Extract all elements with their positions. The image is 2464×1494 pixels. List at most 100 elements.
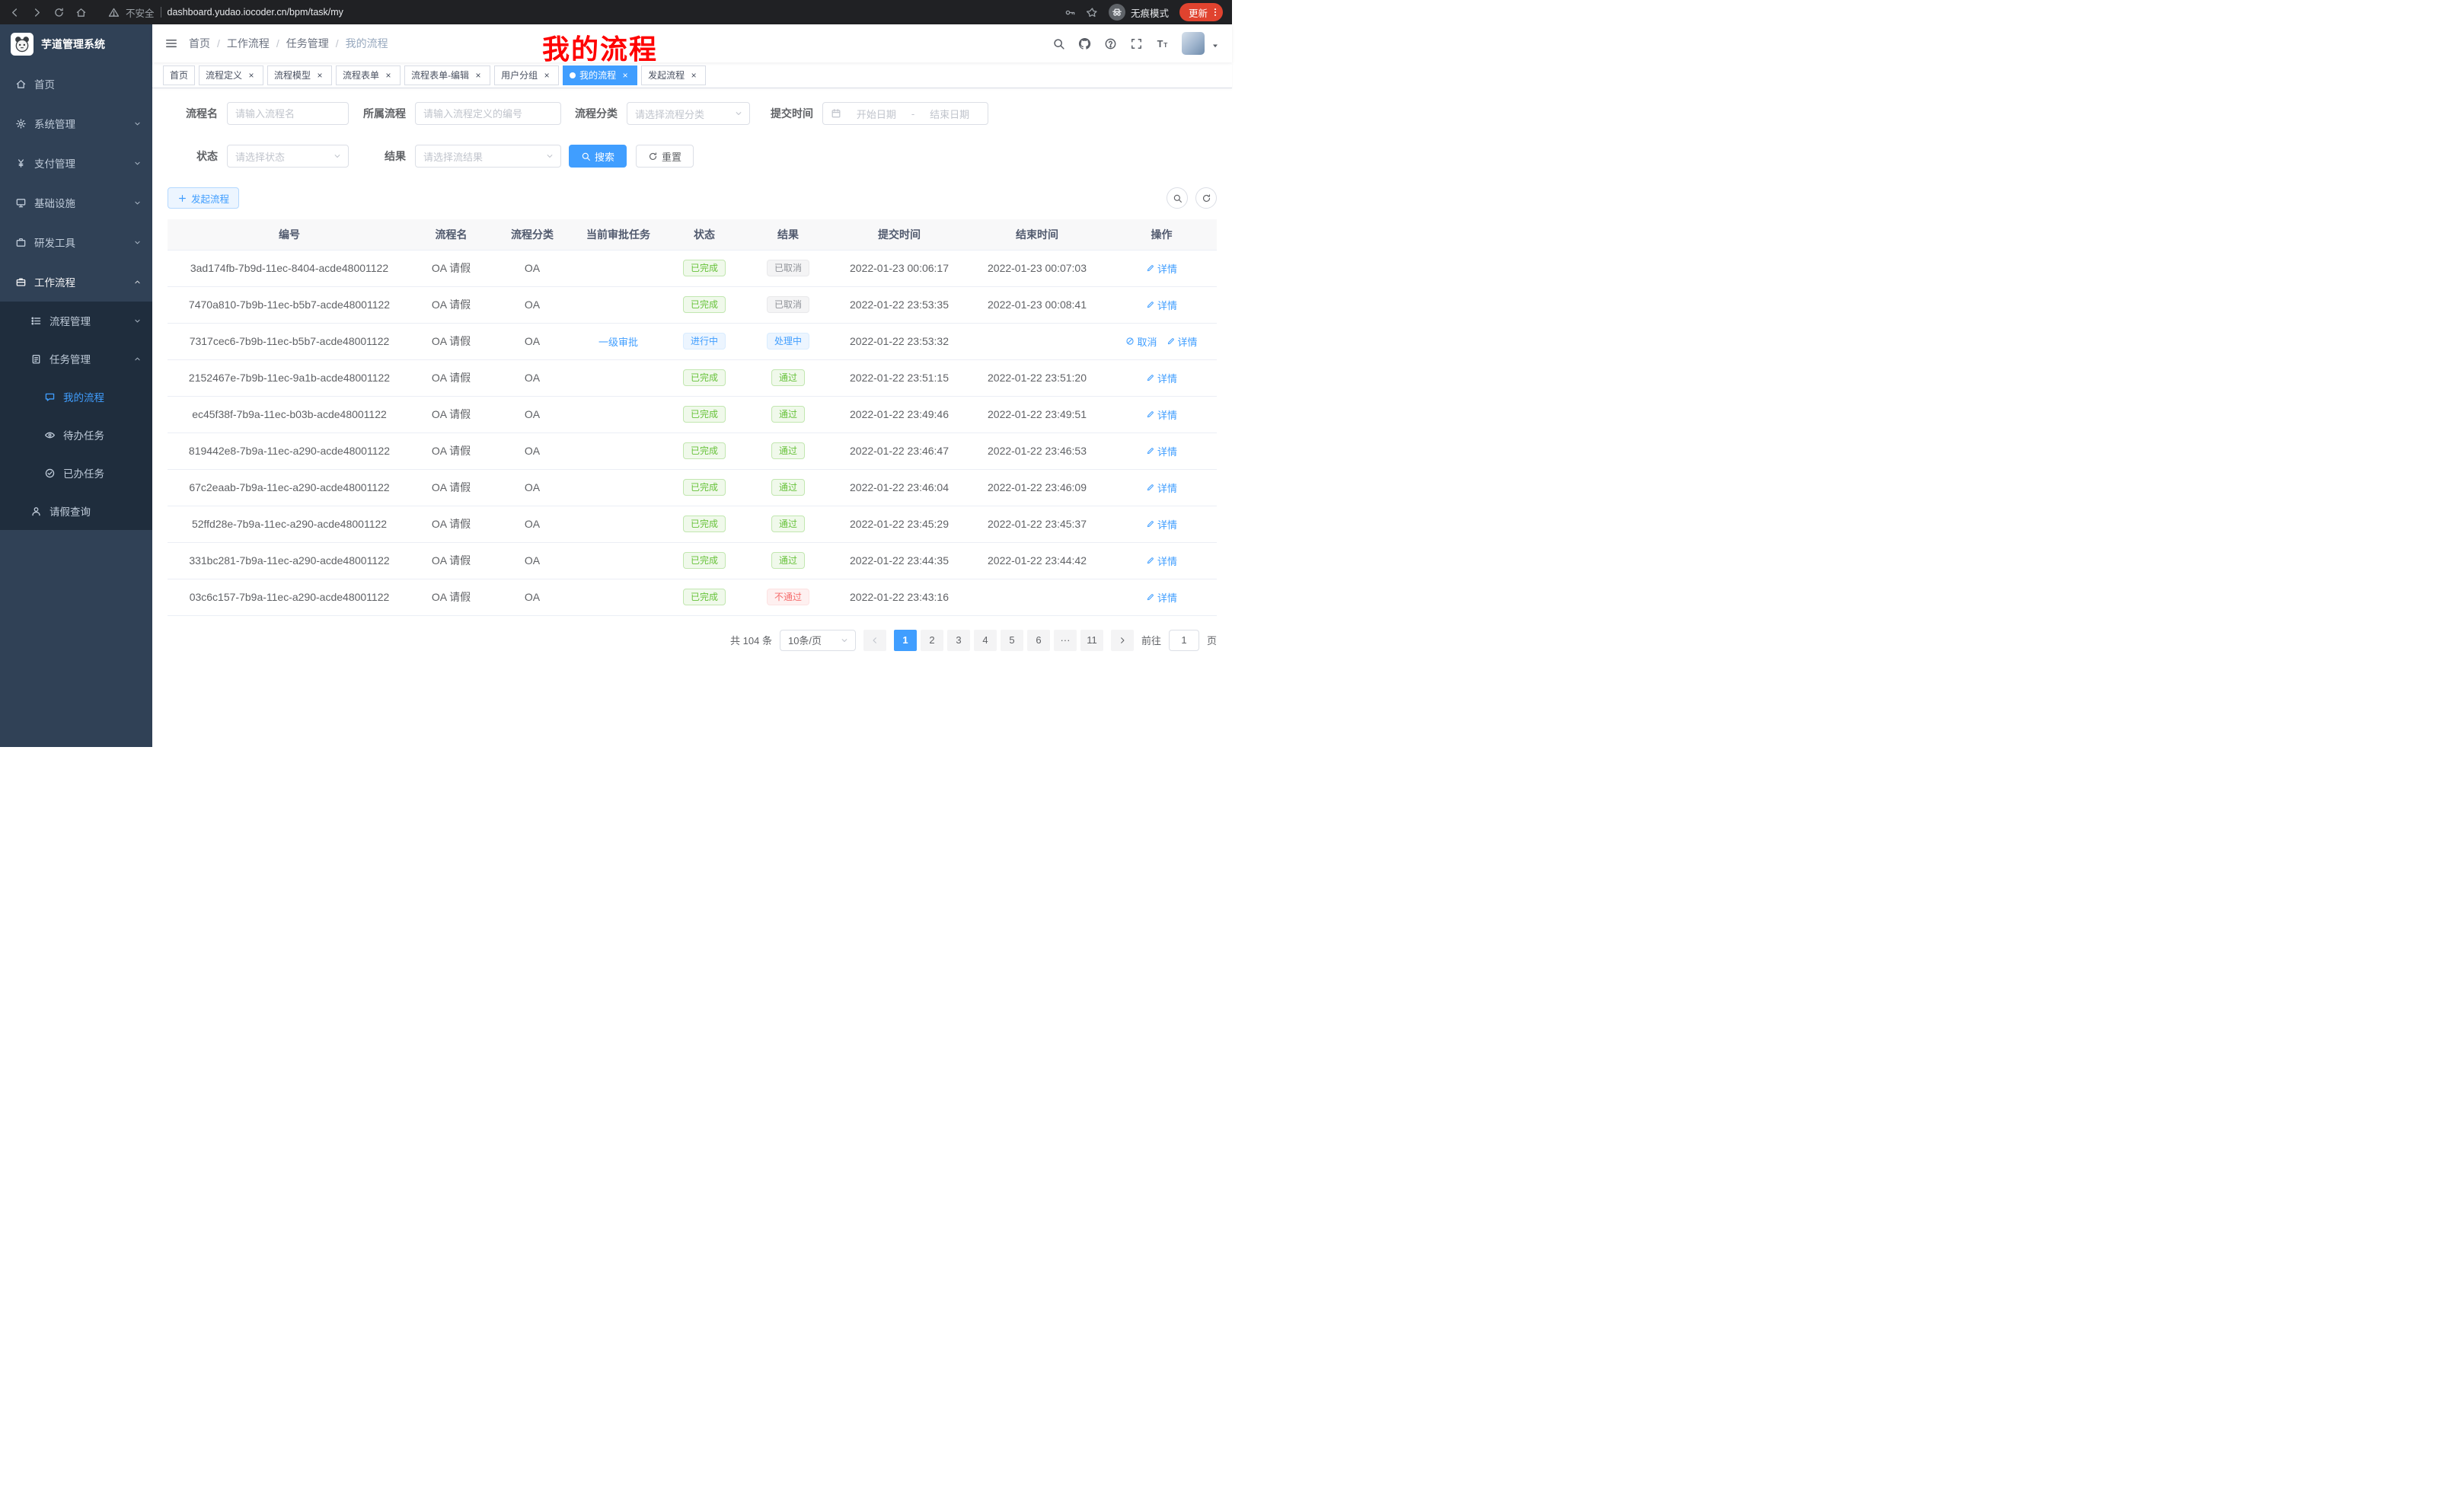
sidebar-item-label: 流程管理 xyxy=(49,313,91,328)
cell-process-name: OA 请假 xyxy=(411,396,491,433)
tab-close-icon[interactable]: × xyxy=(688,70,699,81)
sidebar-item-leave-query[interactable]: 请假查询 xyxy=(0,492,152,530)
breadcrumb-item[interactable]: 工作流程 xyxy=(227,36,270,51)
address-bar[interactable]: 不安全 dashboard.yudao.iocoder.cn/bpm/task/… xyxy=(108,5,343,20)
sidebar-item-task-management[interactable]: 任务管理 xyxy=(0,340,152,378)
create-process-button[interactable]: 发起流程 xyxy=(168,187,239,209)
hamburger-icon[interactable] xyxy=(164,37,178,50)
detail-link[interactable]: 详情 xyxy=(1146,407,1177,422)
tab-close-icon[interactable]: × xyxy=(383,70,394,81)
cell-process-name: OA 请假 xyxy=(411,323,491,359)
detail-link[interactable]: 详情 xyxy=(1167,334,1198,349)
github-icon[interactable] xyxy=(1078,37,1091,50)
bookmark-star-icon[interactable] xyxy=(1087,7,1098,18)
sidebar-item-system-management[interactable]: 系统管理 xyxy=(0,104,152,143)
browser-reload-icon[interactable] xyxy=(53,7,65,18)
page-button-2[interactable]: 2 xyxy=(921,630,943,651)
tab-close-icon[interactable]: × xyxy=(541,70,552,81)
browser-back-icon[interactable] xyxy=(9,7,21,18)
page-button-3[interactable]: 3 xyxy=(947,630,970,651)
category-select[interactable]: 请选择流程分类 xyxy=(627,102,750,125)
cell-actions: 详情 xyxy=(1106,469,1217,506)
update-button[interactable]: 更新 xyxy=(1179,3,1223,21)
url-text[interactable]: dashboard.yudao.iocoder.cn/bpm/task/my xyxy=(168,7,343,18)
sidebar-item-payment-management[interactable]: 支付管理 xyxy=(0,143,152,183)
app-logo-row[interactable]: 芋道管理系统 xyxy=(0,24,152,64)
page-ellipsis[interactable]: ··· xyxy=(1054,630,1077,651)
refresh-table-button[interactable] xyxy=(1195,187,1217,209)
cancel-link[interactable]: 取消 xyxy=(1125,334,1157,349)
tab-home[interactable]: 首页 xyxy=(163,65,195,85)
page-button-11[interactable]: 11 xyxy=(1080,630,1103,651)
tab-process-form-edit[interactable]: 流程表单-编辑× xyxy=(404,65,490,85)
browser-menu-icon[interactable] xyxy=(1210,7,1221,18)
detail-link[interactable]: 详情 xyxy=(1146,590,1177,605)
tab-start-process[interactable]: 发起流程× xyxy=(641,65,706,85)
sidebar-item-process-management[interactable]: 流程管理 xyxy=(0,302,152,340)
detail-link[interactable]: 详情 xyxy=(1146,371,1177,385)
tab-process-definition[interactable]: 流程定义× xyxy=(199,65,263,85)
detail-link[interactable]: 详情 xyxy=(1146,554,1177,568)
submit-time-range-picker[interactable]: 开始日期 - 结束日期 xyxy=(822,102,988,125)
cell-status: 已完成 xyxy=(663,250,745,286)
page-button-1[interactable]: 1 xyxy=(894,630,917,651)
sidebar-item-workflow[interactable]: 工作流程 xyxy=(0,262,152,302)
cell-id: 52ffd28e-7b9a-11ec-a290-acde48001122 xyxy=(168,506,411,542)
page-button-4[interactable]: 4 xyxy=(974,630,997,651)
detail-link[interactable]: 详情 xyxy=(1146,261,1177,276)
tab-my-process[interactable]: 我的流程× xyxy=(563,65,637,85)
current-task-link[interactable]: 一级审批 xyxy=(598,334,638,349)
fullscreen-icon[interactable] xyxy=(1130,37,1143,50)
avatar-caret-icon[interactable] xyxy=(1211,41,1220,50)
tab-close-icon[interactable]: × xyxy=(246,70,257,81)
task-icon xyxy=(30,353,42,365)
jump-suffix-label: 页 xyxy=(1207,633,1217,647)
sidebar-item-dev-tools[interactable]: 研发工具 xyxy=(0,222,152,262)
edit-icon xyxy=(1146,483,1155,492)
tab-process-model[interactable]: 流程模型× xyxy=(267,65,332,85)
detail-link[interactable]: 详情 xyxy=(1146,298,1177,312)
chevron-down-icon xyxy=(133,159,142,168)
tab-close-icon[interactable]: × xyxy=(620,70,630,81)
breadcrumb-item[interactable]: 首页 xyxy=(189,36,210,51)
app-logo xyxy=(11,33,34,56)
sidebar-item-home[interactable]: 首页 xyxy=(0,64,152,104)
search-button[interactable]: 搜索 xyxy=(569,145,627,168)
password-key-icon[interactable] xyxy=(1064,7,1076,18)
sidebar-item-infrastructure[interactable]: 基础设施 xyxy=(0,183,152,222)
prev-page-button[interactable] xyxy=(863,630,886,651)
detail-link[interactable]: 详情 xyxy=(1146,444,1177,458)
breadcrumb-item[interactable]: 任务管理 xyxy=(286,36,329,51)
page-button-5[interactable]: 5 xyxy=(1001,630,1023,651)
jump-page-input[interactable] xyxy=(1169,630,1199,651)
tab-user-group[interactable]: 用户分组× xyxy=(494,65,559,85)
user-avatar[interactable] xyxy=(1182,32,1205,55)
page-size-select[interactable]: 10条/页 xyxy=(780,630,856,651)
result-select[interactable]: 请选择流结果 xyxy=(415,145,561,168)
tab-close-icon[interactable]: × xyxy=(473,70,484,81)
filter-item-status: 状态 请选择状态 xyxy=(168,145,349,168)
page-button-6[interactable]: 6 xyxy=(1027,630,1050,651)
reset-button[interactable]: 重置 xyxy=(636,145,694,168)
browser-forward-icon[interactable] xyxy=(31,7,43,18)
security-label[interactable]: 不安全 xyxy=(126,5,155,20)
next-page-button[interactable] xyxy=(1111,630,1134,651)
header-search-icon[interactable] xyxy=(1052,37,1065,50)
detail-link[interactable]: 详情 xyxy=(1146,517,1177,532)
browser-home-icon[interactable] xyxy=(75,7,87,18)
help-docs-icon[interactable] xyxy=(1104,37,1117,50)
navbar-actions: TT xyxy=(1052,32,1232,55)
sidebar-item-todo-tasks[interactable]: 待办任务 xyxy=(0,416,152,454)
tab-process-form[interactable]: 流程表单× xyxy=(336,65,401,85)
cell-actions: 详情 xyxy=(1106,286,1217,323)
security-warning-icon[interactable] xyxy=(108,7,120,18)
process-definition-input[interactable] xyxy=(423,108,553,120)
detail-link[interactable]: 详情 xyxy=(1146,480,1177,495)
sidebar-item-done-tasks[interactable]: 已办任务 xyxy=(0,454,152,492)
process-name-input[interactable] xyxy=(235,108,340,120)
status-select[interactable]: 请选择状态 xyxy=(227,145,349,168)
font-size-icon[interactable]: TT xyxy=(1156,37,1169,50)
sidebar-item-my-process[interactable]: 我的流程 xyxy=(0,378,152,416)
tab-close-icon[interactable]: × xyxy=(314,70,325,81)
toggle-search-button[interactable] xyxy=(1167,187,1188,209)
